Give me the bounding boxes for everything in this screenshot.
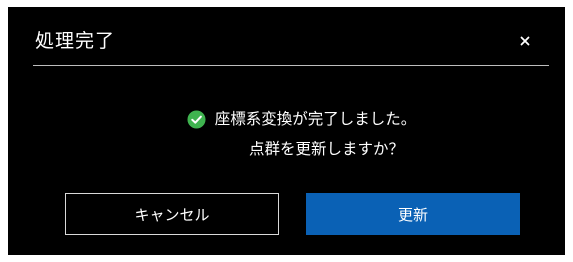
message-line-1: 座標系変換が完了しました。 xyxy=(187,107,417,132)
dialog-header: 処理完了 xyxy=(33,27,549,66)
update-button[interactable]: 更新 xyxy=(306,193,520,235)
check-circle-icon xyxy=(187,110,206,129)
dialog-message: 座標系変換が完了しました。 点群を更新しますか？ xyxy=(8,107,565,162)
close-button[interactable] xyxy=(515,31,535,51)
message-text-2: 点群を更新しますか？ xyxy=(248,140,404,158)
dialog: 処理完了 座標系変換が完了しました。 点群を更新しますか？ キャンセル 更新 xyxy=(8,7,565,255)
cancel-button[interactable]: キャンセル xyxy=(65,193,279,235)
close-icon xyxy=(520,36,530,46)
dialog-title: 処理完了 xyxy=(35,30,116,52)
message-text-1: 座標系変換が完了しました。 xyxy=(214,110,417,128)
